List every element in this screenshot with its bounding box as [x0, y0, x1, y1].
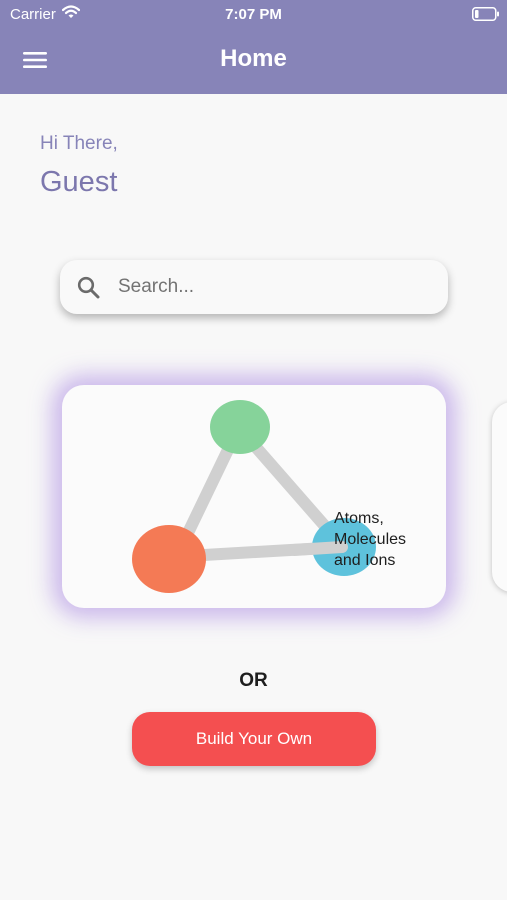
or-divider: OR [239, 670, 268, 691]
topic-label: Atoms, Molecules and Ions [334, 510, 407, 569]
status-time: 7:07 PM [225, 6, 282, 23]
search-bar[interactable] [60, 260, 448, 314]
bond-top-right [248, 439, 330, 531]
atom-top [210, 400, 270, 454]
app-header: Carrier 7:07 PM Home [0, 0, 507, 94]
greeting-text: Hi There, [40, 133, 118, 154]
molecule-diagram [132, 400, 376, 593]
search-input[interactable] [118, 273, 428, 301]
user-name: Guest [40, 166, 118, 198]
topic-card[interactable]: Atoms, Molecules and Ions [62, 385, 446, 608]
status-bar: Carrier 7:07 PM [0, 0, 507, 28]
build-your-own-button[interactable]: Build Your Own [132, 712, 376, 766]
battery-icon [472, 7, 499, 21]
search-icon [77, 276, 100, 299]
atom-left [132, 525, 206, 593]
next-topic-card[interactable] [492, 402, 507, 592]
nav-bar: Home [0, 28, 507, 94]
page-title: Home [220, 45, 287, 72]
